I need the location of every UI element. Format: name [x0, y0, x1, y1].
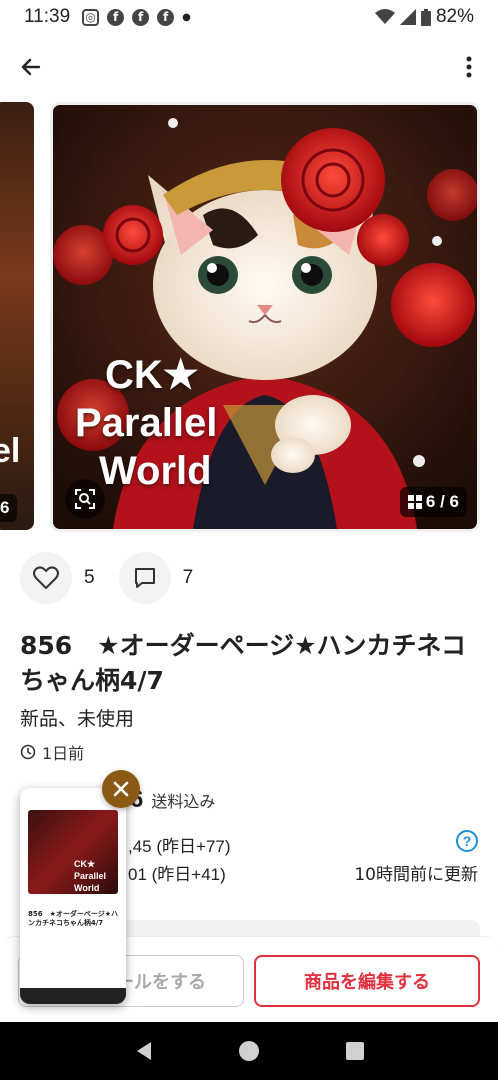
posted-time-text: 1日前: [42, 744, 85, 763]
nav-recents-icon[interactable]: [345, 1041, 365, 1061]
overlay-line-1: CK★: [105, 353, 199, 397]
close-preview-button[interactable]: [102, 770, 140, 808]
floating-preview-window[interactable]: CK★ Parallel World 856 ★オーダーページ★ハンカチネコちゃ…: [20, 788, 126, 1004]
item-condition: 新品、未使用: [20, 708, 135, 730]
posted-time: 1日前: [20, 740, 84, 764]
more-vertical-icon: [466, 56, 472, 78]
system-navigation-bar: [0, 1022, 498, 1080]
instagram-icon: ◎: [82, 8, 100, 26]
stat-likes: 01 (昨日+41): [128, 865, 226, 884]
shipping-note: 送料込み: [151, 792, 216, 811]
facebook-icon: f: [107, 8, 125, 26]
price-row: 6 送料込み: [130, 786, 215, 814]
comment-count: 7: [182, 567, 194, 588]
nav-home-icon[interactable]: [238, 1040, 260, 1062]
app-bar: [0, 44, 498, 92]
battery-icon: [420, 8, 431, 26]
preview-image-text: CK★ Parallel World: [74, 859, 107, 893]
status-bar: 11:39 ◎ f f f ● 82%: [0, 0, 498, 34]
previous-image-text: el: [0, 432, 21, 470]
image-search-icon: [75, 489, 95, 509]
comment-icon: [134, 568, 155, 588]
close-icon: [113, 781, 129, 797]
more-options-button[interactable]: [454, 50, 484, 84]
help-icon[interactable]: ?: [456, 830, 478, 852]
image-search-button[interactable]: [65, 479, 105, 519]
arrow-left-icon: [21, 58, 41, 76]
preview-bottom-bar: [20, 988, 126, 1004]
status-time: 11:39: [24, 6, 71, 27]
battery-percent: 82%: [435, 6, 474, 27]
like-button[interactable]: [20, 552, 72, 604]
facebook-icon: f: [157, 8, 175, 26]
comment-button[interactable]: [118, 552, 171, 604]
clock-icon: [20, 744, 36, 760]
item-title: 856 ★オーダーページ★ハンカチネコちゃん柄4/7: [20, 631, 467, 695]
edit-item-button[interactable]: 商品を編集する: [254, 955, 480, 1007]
signal-icon: [399, 9, 416, 25]
like-count: 5: [84, 567, 95, 588]
image-counter-badge: 6 / 6: [399, 487, 467, 517]
overlay-line-2: Parallel: [75, 401, 218, 445]
nav-back-icon[interactable]: [133, 1040, 153, 1062]
image-gallery[interactable]: el 6 CK★ Parallel World 6 / 6: [0, 100, 498, 536]
preview-title: 856 ★オーダーページ★ハンカチネコちゃん柄4/7: [28, 910, 119, 927]
image-overlay-text: CK★ Parallel World: [75, 351, 217, 495]
main-product-image[interactable]: CK★ Parallel World 6 / 6: [50, 102, 480, 532]
facebook-icon: f: [132, 8, 150, 26]
previous-image[interactable]: el: [0, 102, 34, 530]
updated-time: 10時間前に更新: [354, 865, 478, 885]
back-button[interactable]: [14, 50, 48, 84]
wifi-icon: [374, 9, 395, 24]
notification-icons: ◎ f f f ●: [82, 8, 191, 26]
heart-icon: [33, 566, 59, 589]
stat-views: ,45 (昨日+77): [128, 837, 231, 856]
image-counter: 6 / 6: [425, 492, 459, 511]
dot-icon: ●: [182, 11, 191, 23]
grid-icon: [407, 495, 422, 509]
item-actions: 5 7: [20, 552, 217, 604]
status-right: 82%: [374, 6, 474, 28]
previous-image-counter: 6: [0, 494, 18, 522]
